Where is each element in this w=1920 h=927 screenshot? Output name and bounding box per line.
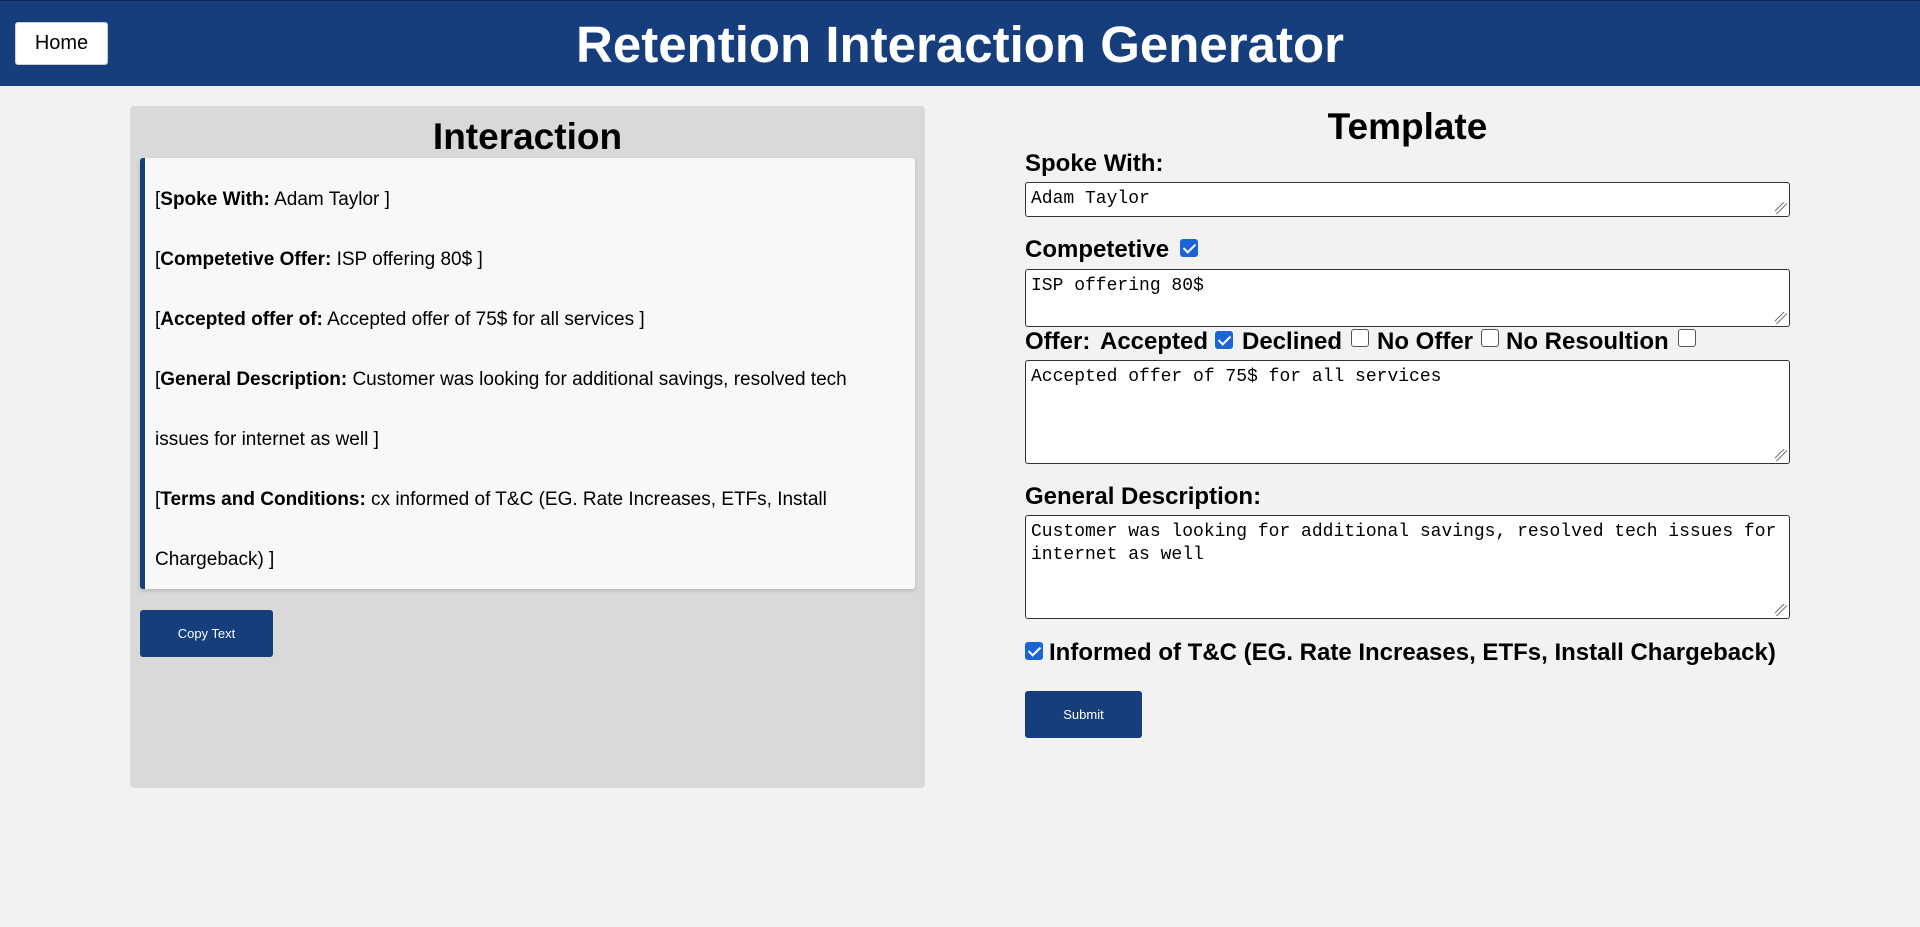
competetive-field[interactable]: ISP offering 80$	[1025, 269, 1790, 327]
output-line-competetive-offer: [Competetive Offer: ISP offering 80$ ]	[155, 249, 483, 270]
spoke-with-value: Adam Taylor	[1031, 189, 1150, 209]
output-label: General Description:	[160, 369, 348, 390]
offer-declined-checkbox[interactable]	[1351, 329, 1369, 347]
resize-grip-icon[interactable]	[1775, 202, 1787, 214]
general-description-field[interactable]: Customer was looking for additional savi…	[1025, 515, 1790, 619]
spoke-with-label: Spoke With:	[1025, 150, 1164, 177]
interaction-title: Interaction	[432, 116, 623, 157]
general-description-value: Customer was looking for additional savi…	[1031, 522, 1777, 565]
terms-conditions-label: Informed of T&C (EG. Rate Increases, ETF…	[1049, 639, 1776, 666]
template-title: Template	[1327, 106, 1488, 147]
app-header: Retention Interaction Generator Home	[0, 0, 1920, 86]
output-line-spoke-with: [Spoke With: Adam Taylor ]	[155, 189, 390, 210]
output-value: Adam Taylor	[274, 189, 380, 210]
competetive-label: Competetive	[1025, 236, 1170, 263]
home-button[interactable]: Home	[15, 22, 108, 65]
output-value: Accepted offer of 75$ for all services	[327, 309, 635, 330]
offer-option-no-resoultion-label: No Resoultion	[1506, 328, 1669, 355]
output-value: ISP offering 80$	[336, 249, 473, 270]
resize-grip-icon[interactable]	[1775, 604, 1787, 616]
copy-text-button[interactable]: Copy Text	[140, 610, 273, 657]
resize-grip-icon[interactable]	[1775, 449, 1787, 461]
app-title: Retention Interaction Generator	[576, 15, 1344, 73]
offer-option-no-offer-label: No Offer	[1377, 328, 1473, 355]
offer-value: Accepted offer of 75$ for all services	[1031, 367, 1442, 387]
offer-option-accepted-label: Accepted	[1100, 328, 1209, 355]
offer-option-declined-label: Declined	[1242, 328, 1343, 355]
offer-label: Offer:	[1025, 328, 1091, 355]
offer-accepted-checkbox[interactable]	[1215, 331, 1233, 349]
resize-grip-icon[interactable]	[1775, 312, 1787, 324]
competetive-checkbox[interactable]	[1180, 239, 1198, 257]
output-label: Terms and Conditions:	[160, 489, 366, 510]
output-line-general-description: [General Description: Customer was looki…	[155, 369, 847, 450]
competetive-value: ISP offering 80$	[1031, 276, 1204, 296]
output-line-accepted-offer: [Accepted offer of: Accepted offer of 75…	[155, 309, 645, 330]
output-line-terms-conditions: [Terms and Conditions: cx informed of T&…	[155, 489, 827, 570]
output-label: Competetive Offer:	[160, 249, 332, 270]
interaction-panel: Interaction [Spoke With: Adam Taylor ] […	[130, 106, 925, 788]
output-label: Accepted offer of:	[160, 309, 323, 330]
offer-no-resoultion-checkbox[interactable]	[1678, 329, 1696, 347]
terms-conditions-checkbox[interactable]	[1025, 642, 1043, 660]
offer-field[interactable]: Accepted offer of 75$ for all services	[1025, 360, 1790, 464]
submit-button[interactable]: Submit	[1025, 691, 1142, 738]
output-label: Spoke With:	[160, 189, 270, 210]
spoke-with-field[interactable]: Adam Taylor	[1025, 182, 1790, 217]
interaction-output: [Spoke With: Adam Taylor ] [Competetive …	[140, 158, 915, 589]
general-description-label: General Description:	[1025, 483, 1262, 510]
offer-no-offer-checkbox[interactable]	[1481, 329, 1499, 347]
